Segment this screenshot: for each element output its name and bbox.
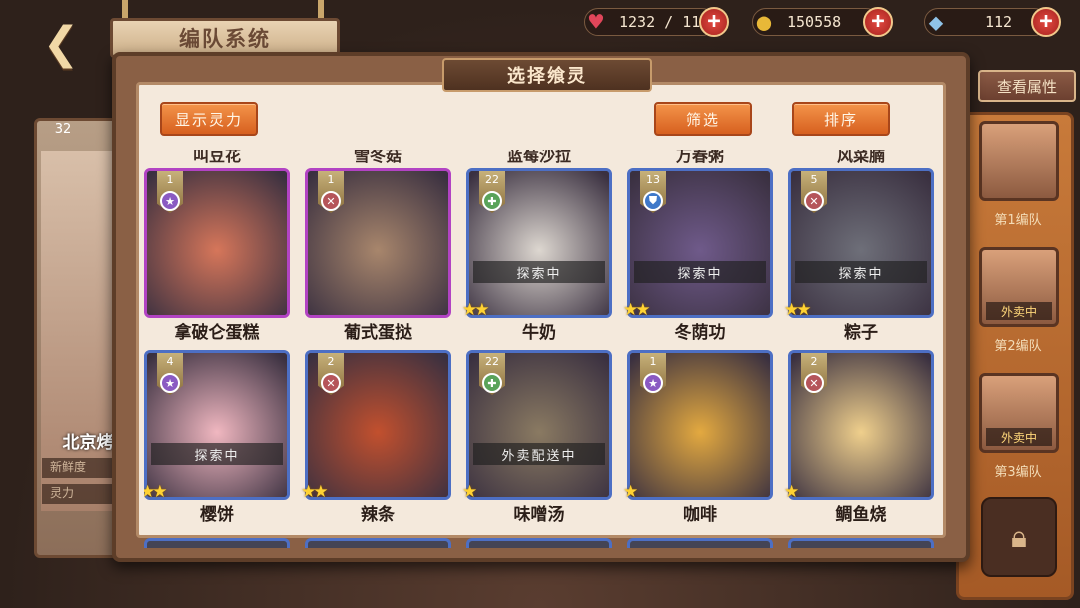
- status-label: 探索中: [473, 261, 605, 283]
- left-level: 32: [54, 122, 72, 137]
- character-name: 葡式蛋挞: [344, 323, 412, 343]
- status-label: 外卖配送中: [473, 443, 605, 465]
- top-row-name: 叫豆花: [192, 150, 241, 165]
- character-name: 咖啡: [683, 505, 717, 525]
- status-label: 探索中: [634, 261, 766, 283]
- team-panel: 第1编队 外卖中 第2编队 外卖中 第3编队 🔒︎: [956, 112, 1074, 600]
- element-icon: ★: [160, 373, 180, 393]
- element-icon: ✚: [482, 373, 502, 393]
- locked-team-slot[interactable]: 🔒︎: [981, 497, 1057, 577]
- character-name: 鲷鱼烧: [835, 505, 887, 525]
- add-coins-button[interactable]: +: [863, 7, 893, 37]
- star-rating: ★: [462, 482, 477, 502]
- character-name: 牛奶: [522, 323, 556, 343]
- character-card[interactable]: 5 ✕ 探索中: [788, 168, 934, 318]
- modal-title: 选择飨灵: [442, 58, 652, 92]
- next-row-hint: [144, 538, 948, 548]
- resource-crystals-value: 112: [985, 13, 1013, 31]
- character-card[interactable]: 2 ✕: [788, 350, 934, 500]
- resource-crystals: ◆ 112 +: [924, 7, 1061, 37]
- add-crystals-button[interactable]: +: [1031, 7, 1061, 37]
- character-grid: 叫豆花 雪冬菇 蓝莓沙拉 万春粥 风菜腩 1 ★ 拿破仑蛋糕 1 ✕ 葡式蛋挞 22 ✚ 探索中…: [144, 150, 948, 548]
- add-hearts-button[interactable]: +: [699, 7, 729, 37]
- status-label: 探索中: [151, 443, 283, 465]
- top-row-name: 风菜腩: [836, 150, 885, 165]
- select-character-modal: 选择飨灵 显示灵力 筛选 排序 叫豆花 雪冬菇 蓝莓沙拉 万春粥 风菜腩 1 ★ 拿…: [112, 52, 970, 562]
- heart-icon: ♥: [588, 8, 604, 36]
- character-name: 拿破仑蛋糕: [174, 323, 260, 343]
- character-card[interactable]: 22 ✚ 外卖配送中: [466, 350, 612, 500]
- character-name: 冬荫功: [674, 323, 726, 343]
- view-attributes-button[interactable]: 查看属性: [978, 70, 1076, 102]
- team-2-label: 第2编队: [994, 339, 1042, 354]
- resource-hearts: ♥ 1232 / 113 +: [584, 7, 729, 37]
- team-2-thumb[interactable]: 外卖中: [979, 247, 1059, 327]
- element-icon: ✕: [321, 191, 341, 211]
- show-power-button[interactable]: 显示灵力: [160, 102, 258, 136]
- character-card[interactable]: 22 ✚ 探索中: [466, 168, 612, 318]
- character-name: 味噌汤: [513, 505, 565, 525]
- star-rating: ★★: [623, 300, 650, 320]
- element-icon: ⛊: [643, 191, 663, 211]
- chevron-left-icon: ❮: [42, 17, 80, 69]
- character-card[interactable]: 2 ✕: [305, 350, 451, 500]
- element-icon: ✕: [321, 373, 341, 393]
- character-name: 粽子: [844, 323, 878, 343]
- team-3-label: 第3编队: [994, 465, 1042, 480]
- team-3-tag: 外卖中: [986, 428, 1052, 446]
- team-2-tag: 外卖中: [986, 302, 1052, 320]
- team-1-label: 第1编队: [994, 213, 1042, 228]
- star-rating: ★★: [462, 300, 489, 320]
- star-rating: ★★: [144, 482, 167, 502]
- star-rating: ★: [623, 482, 638, 502]
- element-icon: ★: [160, 191, 180, 211]
- top-row-name: 雪冬菇: [353, 150, 402, 165]
- character-card[interactable]: 1 ★: [144, 168, 290, 318]
- character-card[interactable]: 13 ⛊ 探索中: [627, 168, 773, 318]
- top-row-name: 蓝莓沙拉: [506, 150, 571, 165]
- character-card[interactable]: 1 ★: [627, 350, 773, 500]
- filter-button[interactable]: 筛选: [654, 102, 752, 136]
- resource-coins: ● 150558 +: [752, 7, 893, 37]
- resource-hearts-value: 1232 / 113: [619, 13, 710, 31]
- status-label: 探索中: [795, 261, 927, 283]
- character-name: 辣条: [361, 505, 395, 525]
- character-card[interactable]: 4 ★ 探索中: [144, 350, 290, 500]
- resource-coins-value: 150558: [787, 13, 842, 31]
- element-icon: ✕: [804, 373, 824, 393]
- star-rating: ★★: [784, 300, 811, 320]
- star-rating: ★★: [301, 482, 328, 502]
- sort-button[interactable]: 排序: [792, 102, 890, 136]
- element-icon: ✕: [804, 191, 824, 211]
- star-rating: ★: [784, 482, 799, 502]
- coin-icon: ●: [756, 8, 772, 36]
- team-3-thumb[interactable]: 外卖中: [979, 373, 1059, 453]
- back-button[interactable]: ❮: [26, 17, 96, 69]
- crystal-icon: ◆: [928, 8, 944, 36]
- element-icon: ✚: [482, 191, 502, 211]
- lock-icon: 🔒︎: [1011, 519, 1027, 555]
- element-icon: ★: [643, 373, 663, 393]
- character-card[interactable]: 1 ✕: [305, 168, 451, 318]
- top-row-name: 万春粥: [675, 150, 724, 165]
- team-1-thumb[interactable]: [979, 121, 1059, 201]
- character-name: 樱饼: [200, 505, 234, 525]
